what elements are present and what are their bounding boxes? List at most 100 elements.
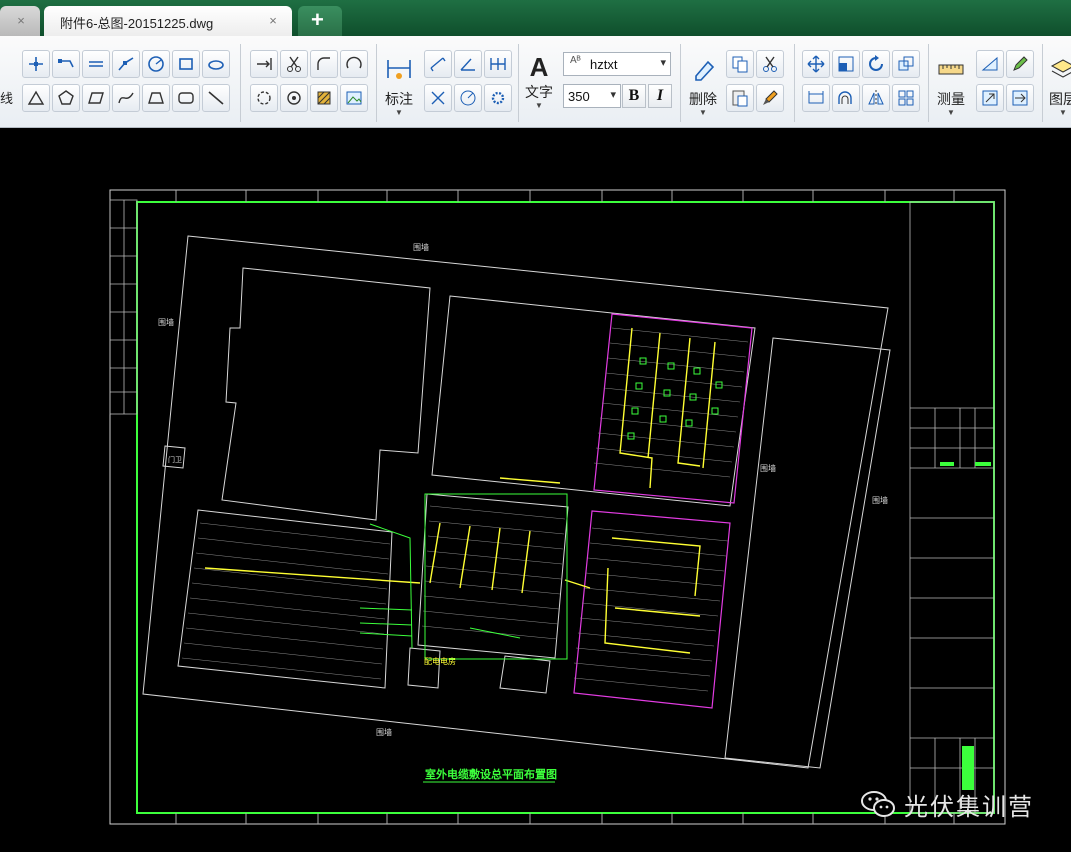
erase-label: 删除 (689, 91, 717, 107)
cad-drawing: 围墙 围墙 围墙 围墙 围墙 门卫 配电电房 室外电缆敷设总平面布置图 (109, 189, 1006, 825)
chevron-down-icon: ▾ (660, 57, 666, 69)
dimension-settings-gear-icon[interactable] (484, 84, 512, 112)
ribbon-separator (928, 44, 929, 122)
drawing-frame (136, 201, 995, 814)
spline-icon[interactable] (112, 50, 140, 78)
revision-cloud-icon[interactable] (280, 84, 308, 112)
arc-icon[interactable] (340, 50, 368, 78)
cad-app-window: × 附件6-总图-20151225.dwg × + 线 标注 ▼ A 文字 ▼ … (0, 0, 1071, 852)
drawing-labels: 围墙 围墙 围墙 围墙 围墙 门卫 (158, 242, 888, 737)
rounded-rectangle-icon[interactable] (172, 84, 200, 112)
match-properties-brush-icon[interactable] (756, 84, 784, 112)
extend-icon[interactable] (250, 50, 278, 78)
pentagon-icon[interactable] (52, 84, 80, 112)
circle-icon[interactable] (142, 50, 170, 78)
ribbon-separator (376, 44, 377, 122)
fillet-icon[interactable] (310, 50, 338, 78)
close-icon[interactable]: × (266, 14, 280, 28)
offset-icon[interactable] (832, 84, 860, 112)
aligned-dimension-icon[interactable] (424, 50, 452, 78)
ribbon-separator (1042, 44, 1043, 122)
text-height-select[interactable]: 350 ▾ (563, 84, 621, 108)
multiline-icon[interactable] (52, 50, 80, 78)
layers-button[interactable]: 图层 ▼ (1046, 54, 1071, 117)
erase-button[interactable]: 删除 ▼ (686, 54, 720, 117)
pv-panel-rows (181, 327, 749, 692)
ribbon-separator (518, 44, 519, 122)
watermark: 光伏集训营 (860, 784, 1034, 824)
dropdown-arrow-icon: ▼ (1059, 108, 1067, 117)
tab-previous-document[interactable]: × (0, 6, 40, 36)
measure-button[interactable]: 测量 ▼ (934, 54, 968, 117)
ribbon-separator (794, 44, 795, 122)
revision-table (109, 199, 138, 415)
tab-active-document[interactable]: 附件6-总图-20151225.dwg × (44, 6, 292, 36)
ruler-icon (938, 64, 964, 75)
rectangle-icon[interactable] (172, 50, 200, 78)
hatch-icon[interactable] (310, 84, 338, 112)
ribbon-separator (680, 44, 681, 122)
dimension-icon (387, 60, 411, 79)
font-style-value: hztxt (590, 57, 618, 72)
freehand-curve-icon[interactable] (112, 84, 140, 112)
layers-label: 图层 (1049, 91, 1071, 107)
fence-label: 围墙 (376, 727, 392, 737)
font-style-select[interactable]: Aᴮ hztxt ▾ (563, 52, 671, 76)
power-room-label: 配电电房 (424, 656, 456, 666)
mirror-icon[interactable] (862, 84, 890, 112)
pencil-icon[interactable] (1006, 50, 1034, 78)
move-icon[interactable] (802, 50, 830, 78)
cable-routes (204, 327, 716, 654)
insert-image-icon[interactable] (340, 84, 368, 112)
new-tab-button[interactable]: + (298, 6, 342, 36)
angular-dimension-icon[interactable] (454, 50, 482, 78)
drawing-canvas[interactable]: 围墙 围墙 围墙 围墙 围墙 门卫 配电电房 室外电缆敷设总平面布置图 光伏集训… (0, 128, 1071, 852)
italic-button[interactable]: I (648, 84, 672, 108)
plus-icon: + (311, 7, 324, 32)
double-line-icon[interactable] (82, 50, 110, 78)
radius-dimension-icon[interactable] (454, 84, 482, 112)
scale-icon[interactable] (832, 50, 860, 78)
close-icon[interactable]: × (14, 14, 28, 28)
fence-label: 围墙 (760, 463, 776, 473)
gate-label: 门卫 (168, 455, 182, 464)
rotate-icon[interactable] (862, 50, 890, 78)
continuous-dimension-icon[interactable] (484, 50, 512, 78)
stretch-icon[interactable] (802, 84, 830, 112)
cloud-icon[interactable] (202, 50, 230, 78)
block-insert-icon[interactable] (976, 84, 1004, 112)
eraser-icon (695, 60, 715, 81)
line-icon[interactable] (202, 84, 230, 112)
text-button[interactable]: A 文字 ▼ (522, 52, 556, 110)
fence-label: 围墙 (413, 242, 429, 252)
polyline-node-icon[interactable] (22, 50, 50, 78)
tab-title: 附件6-总图-20151225.dwg (60, 16, 214, 31)
copy-icon[interactable] (726, 50, 754, 78)
parallelogram-icon[interactable] (82, 84, 110, 112)
wechat-icon (861, 791, 895, 817)
dimension-label: 标注 (385, 91, 413, 107)
array-3d-icon[interactable] (892, 50, 920, 78)
paste-icon[interactable] (726, 84, 754, 112)
ordinate-dimension-icon[interactable] (424, 84, 452, 112)
dimension-button[interactable]: 标注 ▼ (382, 54, 416, 117)
line-tool-label[interactable]: 线 (0, 88, 13, 107)
bold-button[interactable]: B (622, 84, 646, 108)
text-height-value: 350 (568, 89, 590, 104)
ribbon-separator (240, 44, 241, 122)
trim-scissors-icon[interactable] (280, 50, 308, 78)
rectangular-array-icon[interactable] (892, 84, 920, 112)
title-block-green-marks (940, 462, 991, 790)
area-measure-icon[interactable] (976, 50, 1004, 78)
polygon-gear-icon[interactable] (250, 84, 278, 112)
trapezoid-icon[interactable] (142, 84, 170, 112)
block-export-icon[interactable] (1006, 84, 1034, 112)
triangle-icon[interactable] (22, 84, 50, 112)
cut-scissors-icon[interactable] (756, 50, 784, 78)
fence-label: 围墙 (872, 495, 888, 505)
text-label: 文字 (525, 84, 553, 100)
measure-label: 测量 (937, 91, 965, 107)
watermark-text: 光伏集训营 (904, 793, 1034, 821)
fence-label: 围墙 (158, 317, 174, 327)
dropdown-arrow-icon: ▼ (395, 108, 403, 117)
